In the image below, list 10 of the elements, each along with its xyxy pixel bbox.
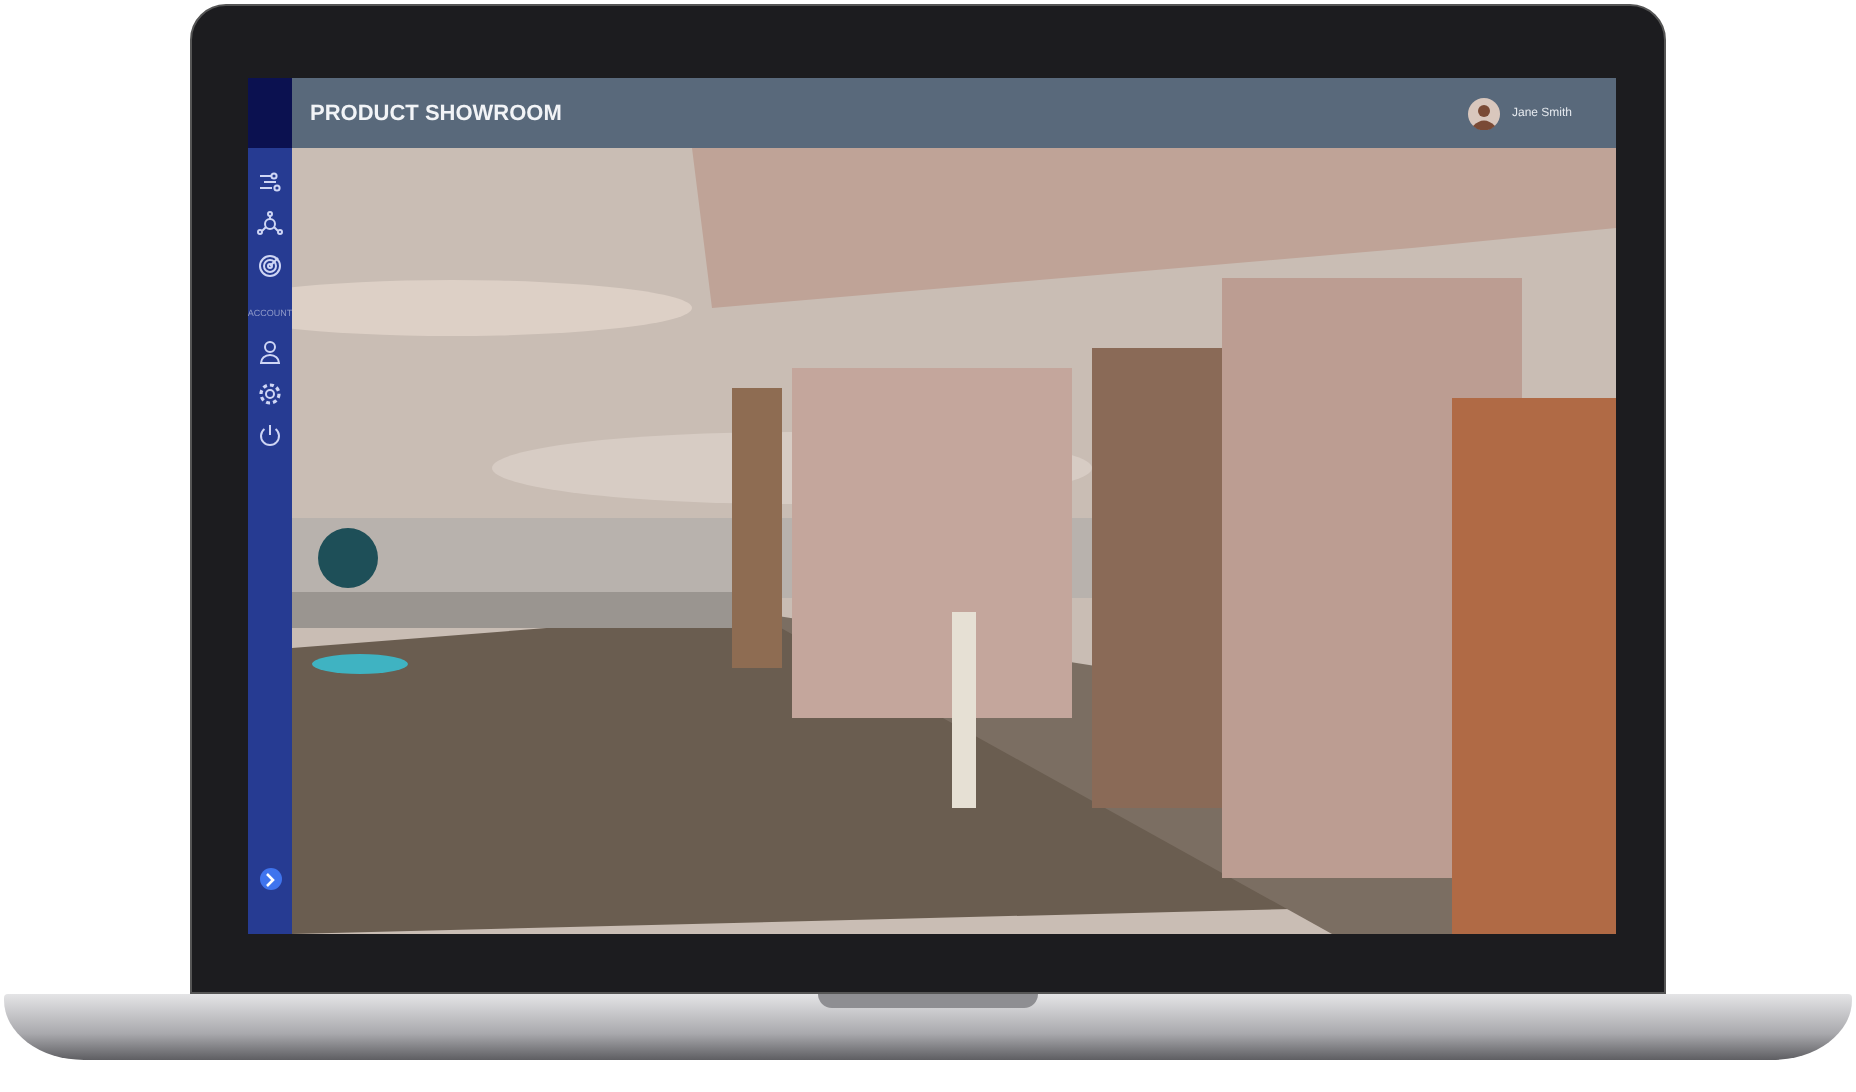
power-icon[interactable] xyxy=(256,422,284,450)
user-icon[interactable] xyxy=(256,338,284,366)
target-icon[interactable] xyxy=(256,252,284,280)
network-icon[interactable] xyxy=(256,210,284,238)
chevron-right-icon xyxy=(264,871,276,887)
avatar-icon[interactable] xyxy=(1467,97,1500,129)
flow-icon[interactable] xyxy=(256,168,284,196)
expand-button[interactable] xyxy=(259,868,281,890)
settings-icon[interactable] xyxy=(256,380,284,408)
page-title: PRODUCT SHOWROOM xyxy=(310,101,562,125)
